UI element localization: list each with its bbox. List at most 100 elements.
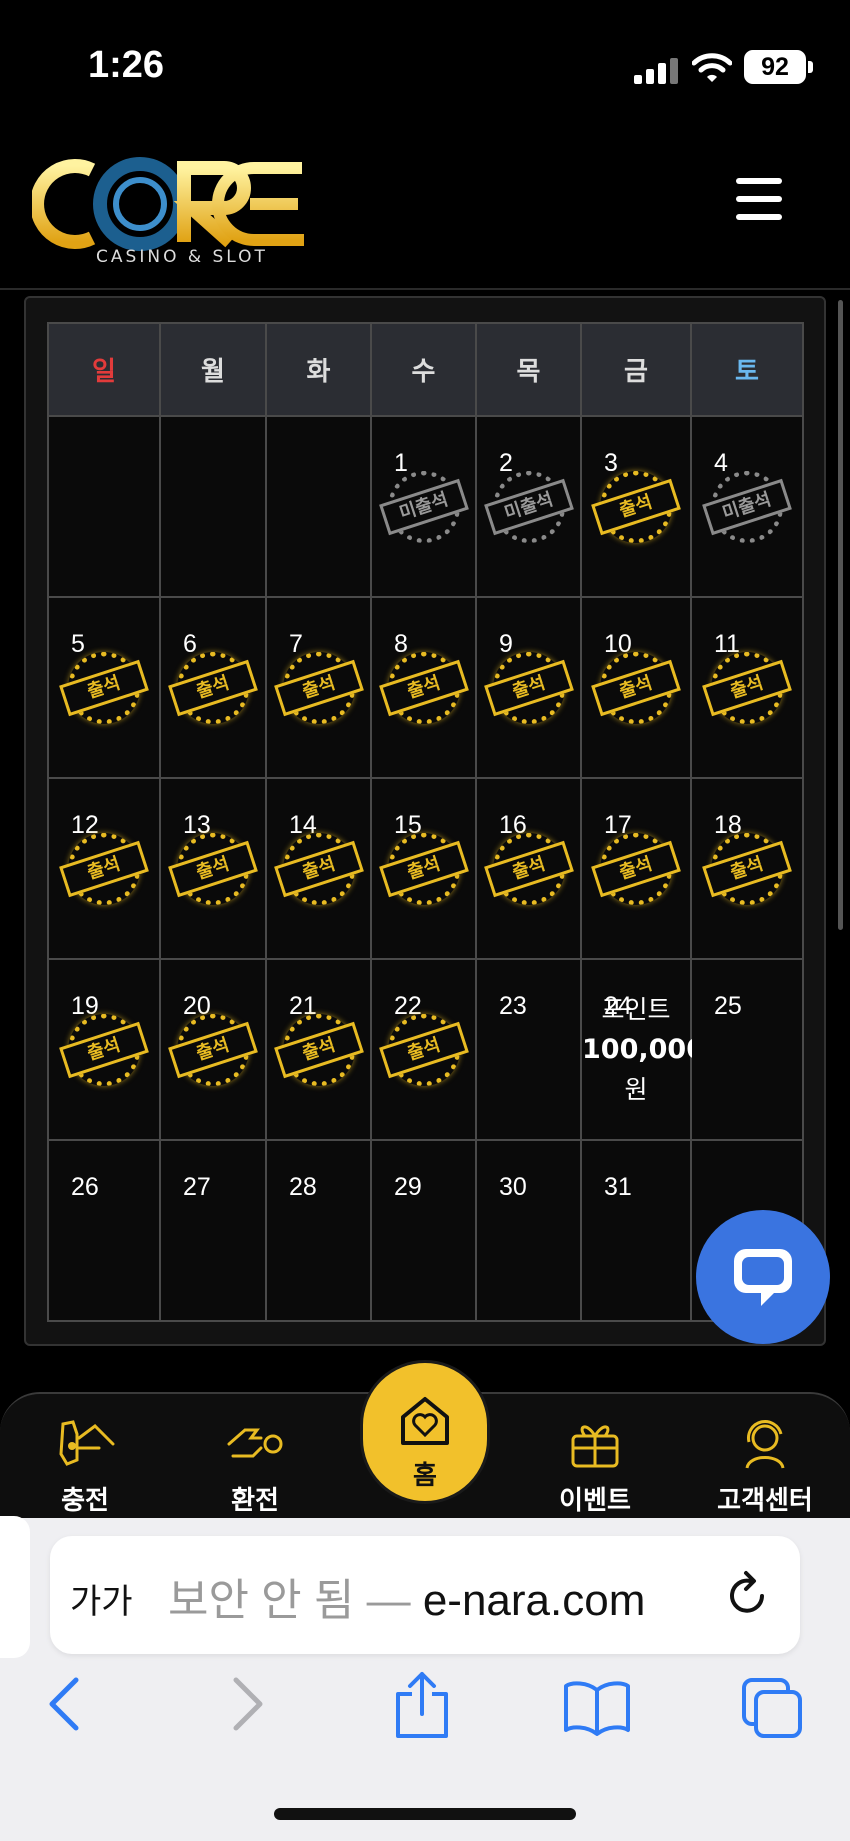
attendance-calendar: 일 월 화 수 목 금 토 1 미출석 2 미출석 3 출석 4 미출석 5 출석 6 출석 7 출석 8 출… <box>47 322 804 1322</box>
nav-support[interactable]: 고객센터 <box>695 1414 835 1517</box>
tabs-icon[interactable] <box>740 1676 806 1740</box>
attended-stamp: 출석 <box>59 648 149 728</box>
reward-amount: 100,000 <box>582 1034 705 1065</box>
attended-stamp: 출석 <box>59 1010 149 1090</box>
nav-charge[interactable]: 충전 <box>15 1414 155 1517</box>
attended-stamp: 출석 <box>702 648 792 728</box>
calendar-day-cell[interactable]: 9 출석 <box>475 596 582 779</box>
attended-stamp: 출석 <box>483 648 574 728</box>
nav-event[interactable]: 이벤트 <box>525 1414 665 1517</box>
site-header: CASINO & SLOT <box>0 130 850 290</box>
calendar-day-cell[interactable]: 29 <box>370 1139 477 1322</box>
reward-text: 원 <box>624 1075 648 1104</box>
calendar-day-cell[interactable]: 22 출석 <box>370 958 477 1141</box>
status-bar: 1:26 92 <box>0 0 850 130</box>
attended-stamp: 출석 <box>168 648 258 728</box>
attended-stamp: 출석 <box>483 829 574 909</box>
calendar-day-cell[interactable]: 20 출석 <box>159 958 267 1141</box>
day-number: 29 <box>394 1173 422 1201</box>
home-indicator <box>274 1808 576 1820</box>
calendar-day-cell[interactable]: 21 출석 <box>265 958 372 1141</box>
weekday-header-row: 일 월 화 수 목 금 토 <box>47 322 804 417</box>
bookmarks-icon[interactable] <box>562 1680 632 1736</box>
reward-points: 포인트 100,000 원 <box>582 990 705 1110</box>
weekday-sun: 일 <box>47 322 161 417</box>
calendar-day-cell[interactable]: 28 <box>265 1139 372 1322</box>
nav-charge-label: 충전 <box>61 1486 109 1516</box>
calendar-empty-cell <box>265 415 372 598</box>
reward-text: 포인트 <box>601 995 671 1024</box>
core-logo[interactable]: CASINO & SLOT <box>32 150 312 265</box>
weekday-tue: 화 <box>265 322 372 417</box>
calendar-day-cell[interactable]: 6 출석 <box>159 596 267 779</box>
calendar-day-cell[interactable]: 4 미출석 <box>690 415 804 598</box>
calendar-day-cell[interactable]: 26 <box>47 1139 161 1322</box>
nav-home[interactable]: 홈 <box>360 1360 490 1504</box>
back-icon[interactable] <box>46 1676 82 1732</box>
calendar-day-cell[interactable]: 10 출석 <box>580 596 692 779</box>
url-domain: e-nara.com <box>422 1576 646 1625</box>
calendar-day-cell[interactable]: 11 출석 <box>690 596 804 779</box>
forward-icon[interactable] <box>230 1676 266 1732</box>
attended-stamp: 출석 <box>59 829 149 909</box>
calendar-day-cell[interactable]: 25 <box>690 958 804 1141</box>
address-bar[interactable]: 가가 보안 안 됨 — e-nara.com <box>50 1536 800 1654</box>
page-scrollbar[interactable] <box>838 300 843 930</box>
attended-stamp: 출석 <box>702 829 792 909</box>
attended-stamp: 출석 <box>378 648 469 728</box>
calendar-day-cell[interactable]: 12 출석 <box>47 777 161 960</box>
live-chat-button[interactable] <box>696 1210 830 1344</box>
day-number: 25 <box>714 992 742 1020</box>
day-number: 27 <box>183 1173 211 1201</box>
url-display[interactable]: 보안 안 됨 — e-nara.com <box>168 1564 645 1628</box>
calendar-day-cell[interactable]: 14 출석 <box>265 777 372 960</box>
insecure-label: 보안 안 됨 — <box>168 1576 423 1625</box>
weekday-sat: 토 <box>690 322 804 417</box>
battery-indicator: 92 <box>744 50 806 84</box>
day-number: 23 <box>499 992 527 1020</box>
calendar-day-cell[interactable]: 23 <box>475 958 582 1141</box>
attended-stamp: 출석 <box>591 648 681 728</box>
calendar-day-cell[interactable]: 1 미출석 <box>370 415 477 598</box>
calendar-day-cell[interactable]: 2 미출석 <box>475 415 582 598</box>
share-icon[interactable] <box>392 1670 452 1740</box>
calendar-day-cell[interactable]: 31 <box>580 1139 692 1322</box>
calendar-empty-cell <box>159 415 267 598</box>
previous-tab-peek[interactable] <box>0 1516 30 1658</box>
nav-support-label: 고객센터 <box>717 1486 813 1516</box>
calendar-day-cell[interactable]: 18 출석 <box>690 777 804 960</box>
nav-exchange[interactable]: 환전 <box>185 1414 325 1517</box>
calendar-day-cell[interactable]: 5 출석 <box>47 596 161 779</box>
day-number: 26 <box>71 1173 99 1201</box>
reader-options-button[interactable]: 가가 <box>70 1574 133 1623</box>
calendar-week-row: 1 미출석 2 미출석 3 출석 4 미출석 <box>47 415 804 598</box>
calendar-day-cell[interactable]: 24 포인트 100,000 원 <box>580 958 705 1141</box>
calendar-day-cell[interactable]: 30 <box>475 1139 582 1322</box>
attended-stamp: 출석 <box>591 467 681 547</box>
calendar-day-cell[interactable]: 7 출석 <box>265 596 372 779</box>
calendar-week-row: 19 출석 20 출석 21 출석 22 출석 23 24 포인트 100,000 원 25 <box>47 958 804 1141</box>
exchange-icon <box>227 1428 283 1458</box>
battery-nub <box>808 61 813 73</box>
menu-button[interactable] <box>736 178 782 220</box>
nav-home-label: 홈 <box>413 1461 437 1491</box>
calendar-day-cell[interactable]: 3 출석 <box>580 415 692 598</box>
logo-subtext: CASINO & SLOT <box>96 247 268 265</box>
calendar-day-cell[interactable]: 13 출석 <box>159 777 267 960</box>
attended-stamp: 출석 <box>273 829 364 909</box>
calendar-day-cell[interactable]: 15 출석 <box>370 777 477 960</box>
missed-stamp: 미출석 <box>702 467 792 547</box>
wifi-icon <box>692 53 732 82</box>
calendar-week-row: 5 출석 6 출석 7 출석 8 출석 9 출석 10 출석 11 출석 <box>47 596 804 779</box>
nav-exchange-label: 환전 <box>231 1486 279 1516</box>
calendar-day-cell[interactable]: 8 출석 <box>370 596 477 779</box>
missed-stamp: 미출석 <box>378 467 469 547</box>
reload-icon[interactable] <box>726 1570 770 1618</box>
calendar-day-cell[interactable]: 27 <box>159 1139 267 1322</box>
attended-stamp: 출석 <box>168 1010 258 1090</box>
day-number: 31 <box>604 1173 632 1201</box>
calendar-day-cell[interactable]: 17 출석 <box>580 777 692 960</box>
calendar-day-cell[interactable]: 16 출석 <box>475 777 582 960</box>
calendar-day-cell[interactable]: 19 출석 <box>47 958 161 1141</box>
nav-event-label: 이벤트 <box>559 1486 631 1516</box>
